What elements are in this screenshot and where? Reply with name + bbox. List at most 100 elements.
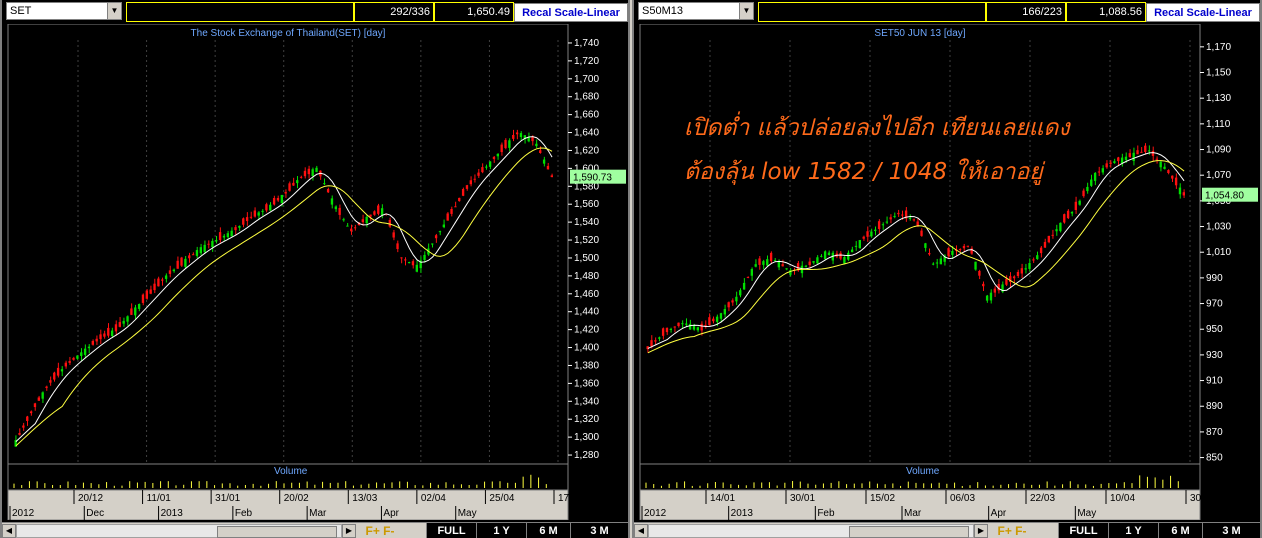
zoom-out-button[interactable]: F- [1015,524,1026,538]
candle-body [897,212,900,215]
zoom-in-button[interactable]: F+ [997,524,1011,538]
candle-body [1078,200,1081,205]
app-root: SET ▼ 292/336 1,650.49 Recal Scale-Linea… [0,0,1262,538]
y-axis-label: 910 [1206,376,1223,387]
candle-body [1182,192,1185,196]
candle-body [685,323,688,325]
recal-scale-button[interactable]: Recal Scale-Linear [1146,3,1260,22]
candle-body [80,352,83,356]
candle-body [858,240,861,248]
y-axis-label: 1,500 [574,253,599,264]
zoom-in-button[interactable]: F+ [365,524,379,538]
y-axis-label: 1,030 [1206,222,1231,233]
candle-body [877,221,881,229]
candle-body [64,362,67,367]
range-full-button[interactable]: FULL [426,523,476,538]
candle-body [334,206,337,210]
candle-body [773,260,777,262]
y-axis-label: 1,480 [574,271,599,282]
price-chart[interactable]: The Stock Exchange of Thailand(SET) [day… [2,24,628,520]
symbol-value: S50M13 [642,5,683,17]
candle-body [546,165,550,170]
candle-body [350,228,353,232]
candle-body [199,247,202,254]
candle-body [785,268,788,270]
y-axis-label: 1,460 [574,289,599,300]
candle-body [1151,150,1155,156]
candle-body [866,231,869,237]
candle-body [712,318,715,322]
y-axis-label: 1,540 [574,217,599,228]
candle-body [261,210,264,212]
count-cell: 166/223 [986,2,1066,22]
y-axis-label: 1,380 [574,360,599,371]
scroll-right-icon[interactable]: ▶ [974,524,988,538]
candle-body [218,232,222,241]
price-chart[interactable]: SET50 JUN 13 [day] 1,170 1,150 1,130 1,110 1,… [634,24,1260,520]
candle-body [323,183,326,185]
y-axis-label: 1,720 [574,56,599,67]
candle-body [739,290,742,296]
y-axis-label: 1,300 [574,432,599,443]
candle-body [1063,214,1066,223]
range-6m-button[interactable]: 6 M [1158,523,1202,538]
candle-body [816,257,819,264]
symbol-select[interactable]: SET ▼ [6,2,122,20]
candle-body [723,309,726,315]
candle-body [500,144,503,153]
scrollbar-thumb[interactable] [217,526,337,538]
candle-body [515,132,519,135]
month-label: 2013 [161,508,184,519]
y-axis-label: 1,420 [574,325,599,336]
toolbar: SET ▼ 292/336 1,650.49 Recal Scale-Linea… [2,0,628,24]
candle-body [122,321,125,324]
chevron-down-icon[interactable]: ▼ [739,3,753,19]
month-label: Dec [86,508,104,519]
candle-body [234,227,237,231]
candle-body [388,219,391,227]
candle-body [288,183,291,191]
chevron-down-icon[interactable]: ▼ [107,3,121,19]
candle-body [947,248,950,257]
candle-body [203,244,206,252]
candle-body [777,261,780,268]
range-full-button[interactable]: FULL [1058,523,1108,538]
candle-body [415,264,418,272]
range-3m-button[interactable]: 3 M [570,523,628,538]
candle-body [1090,179,1093,186]
scroll-left-icon[interactable]: ◀ [634,524,648,538]
scrollbar-thumb[interactable] [849,526,969,538]
zoom-out-button[interactable]: F- [383,524,394,538]
candle-body [41,392,44,399]
price-cell: 1,650.49 [434,2,514,22]
range-3m-button[interactable]: 3 M [1202,523,1260,538]
scrollbar-track[interactable] [648,524,974,538]
symbol-select[interactable]: S50M13 ▼ [638,2,754,20]
candle-body [195,250,199,256]
candle-body [242,218,245,225]
candle-body [377,205,380,214]
candle-body [1155,158,1158,160]
y-axis-label: 850 [1206,453,1223,464]
date-label: 30/01 [790,493,815,504]
candle-body [68,361,71,363]
range-1y-button[interactable]: 1 Y [1108,523,1158,538]
candle-body [766,259,769,266]
candle-body [1159,161,1162,168]
scroll-right-icon[interactable]: ▶ [342,524,356,538]
candle-body [1113,161,1116,164]
candle-body [488,161,492,167]
candle-body [1105,163,1108,168]
candle-body [392,232,395,238]
scroll-left-icon[interactable]: ◀ [2,524,16,538]
candle-body [850,249,854,253]
scrollbar-track[interactable] [16,524,342,538]
candle-body [854,245,858,247]
candle-body [272,197,276,205]
recal-scale-button[interactable]: Recal Scale-Linear [514,3,628,22]
candle-body [843,257,846,264]
range-1y-button[interactable]: 1 Y [476,523,526,538]
candle-body [901,214,904,216]
candle-body [22,425,25,428]
range-6m-button[interactable]: 6 M [526,523,570,538]
